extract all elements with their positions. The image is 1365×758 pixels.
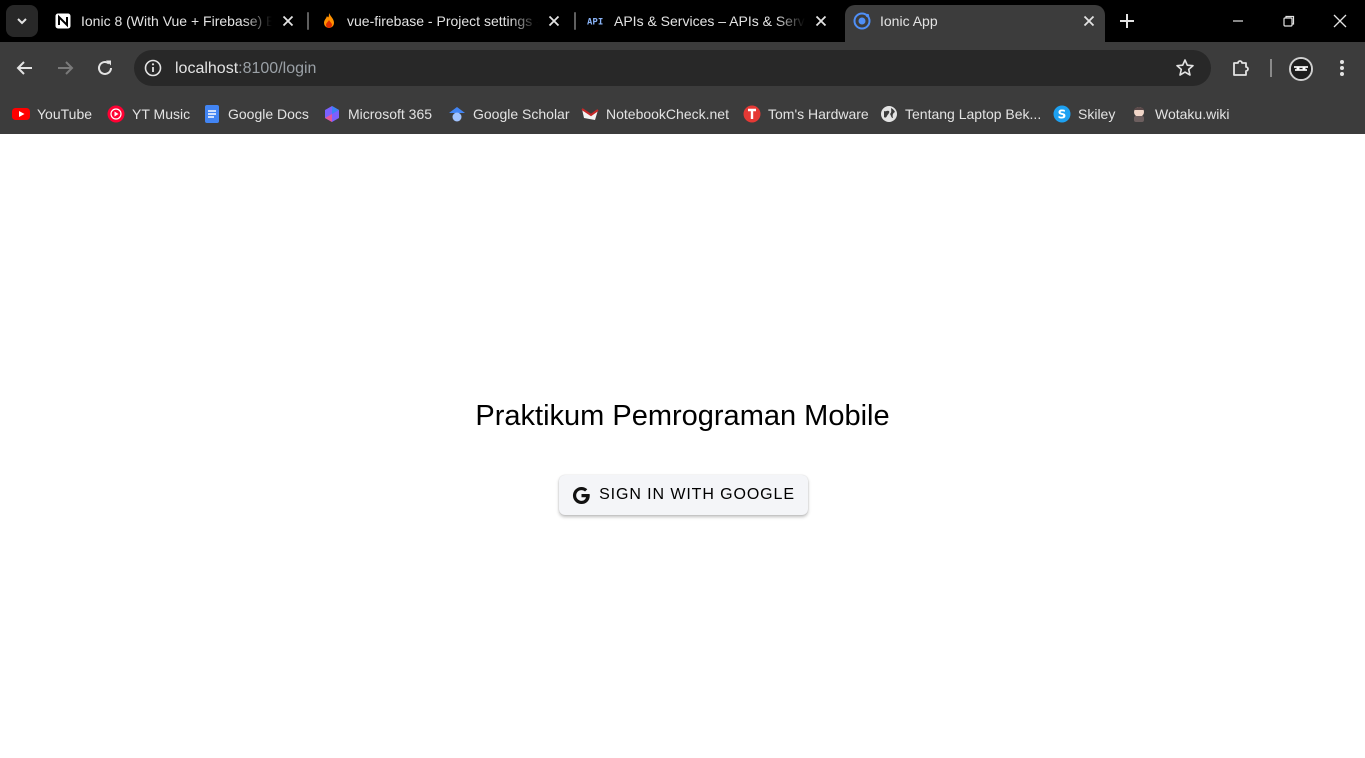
bookmark-label: Tentang Laptop Bek...	[905, 106, 1042, 122]
bookmark-label: Google Docs	[228, 106, 309, 122]
skiley-icon: S	[1053, 105, 1071, 123]
firebase-icon	[320, 12, 338, 30]
api-icon: API	[587, 12, 605, 30]
youtube-icon	[12, 105, 30, 123]
tab-firebase[interactable]: vue-firebase - Project settings -	[312, 5, 570, 37]
google-scholar-icon	[448, 105, 466, 123]
profile-picture-icon	[1291, 59, 1311, 79]
google-docs-icon	[203, 105, 221, 123]
bookmarks-bar: YouTube YT Music Google Docs Microsoft 3…	[0, 94, 1365, 134]
toolbar-divider	[1270, 59, 1272, 77]
tab-strip: Ionic 8 (With Vue + Firebase) Ba vue-fir…	[0, 0, 1365, 42]
bookmark-notebookcheck[interactable]: NotebookCheck.net	[581, 102, 729, 126]
bookmark-label: YouTube	[37, 106, 93, 122]
bookmark-google-docs[interactable]: Google Docs	[203, 102, 309, 126]
minimize-button[interactable]	[1223, 6, 1253, 36]
profile-avatar[interactable]	[1289, 57, 1313, 81]
bookmark-wotaku[interactable]: Wotaku.wiki	[1130, 102, 1229, 126]
more-vertical-icon	[1340, 60, 1344, 76]
microsoft-365-icon	[323, 105, 341, 123]
url-text[interactable]: localhost:8100/login	[175, 60, 316, 78]
tab-separator	[307, 12, 309, 30]
star-icon[interactable]	[1175, 58, 1195, 78]
ionic-icon	[853, 12, 871, 30]
google-logo-icon	[573, 486, 590, 504]
url-path: :8100/login	[238, 60, 317, 77]
bookmark-label: NotebookCheck.net	[606, 106, 729, 122]
tab-ionic-app[interactable]: Ionic App	[845, 5, 1105, 42]
plus-icon	[1120, 14, 1134, 28]
bookmark-yt-music[interactable]: YT Music	[107, 102, 190, 126]
sign-in-with-google-button[interactable]: SIGN IN WITH GOOGLE	[559, 475, 808, 515]
browser-toolbar: localhost:8100/login	[0, 42, 1365, 94]
tab-notion[interactable]: Ionic 8 (With Vue + Firebase) Ba	[46, 5, 304, 37]
tab-title: vue-firebase - Project settings -	[347, 13, 538, 29]
bookmark-label: Wotaku.wiki	[1155, 106, 1230, 122]
chevron-down-icon	[17, 18, 27, 25]
url-host: localhost	[175, 60, 239, 77]
globe-icon	[880, 105, 898, 123]
svg-text:S: S	[1058, 108, 1067, 122]
extensions-button[interactable]	[1229, 56, 1253, 80]
arrow-left-icon	[16, 61, 32, 75]
back-button[interactable]	[10, 53, 40, 83]
restore-button[interactable]	[1274, 6, 1304, 36]
toms-hardware-icon	[743, 105, 761, 123]
tab-title: Ionic 8 (With Vue + Firebase) Ba	[81, 13, 272, 29]
forward-button[interactable]	[50, 53, 80, 83]
puzzle-icon	[1233, 60, 1249, 76]
arrow-right-icon	[58, 61, 74, 75]
site-info-icon[interactable]	[144, 59, 162, 77]
close-icon[interactable]	[813, 13, 829, 29]
yt-music-icon	[107, 105, 125, 123]
tab-separator	[574, 12, 576, 30]
restore-icon	[1283, 15, 1295, 27]
svg-text:API: API	[587, 18, 603, 28]
tab-title: Ionic App	[880, 13, 938, 29]
tab-search-button[interactable]	[6, 5, 38, 37]
tab-apis-services[interactable]: API APIs & Services – APIs & Services	[579, 5, 837, 37]
address-bar[interactable]: localhost:8100/login	[134, 50, 1211, 86]
page-content: Praktikum Pemrograman Mobile SIGN IN WIT…	[0, 134, 1365, 758]
reload-icon	[98, 60, 112, 75]
page-title: Praktikum Pemrograman Mobile	[475, 400, 890, 432]
bookmark-label: Skiley	[1078, 106, 1116, 122]
bookmark-google-scholar[interactable]: Google Scholar	[448, 102, 570, 126]
close-icon[interactable]	[546, 13, 562, 29]
bookmark-label: Tom's Hardware	[768, 106, 869, 122]
notebookcheck-icon	[581, 105, 599, 123]
bookmark-toms-hardware[interactable]: Tom's Hardware	[743, 102, 869, 126]
new-tab-button[interactable]	[1115, 9, 1139, 33]
bookmark-youtube[interactable]: YouTube	[12, 102, 92, 126]
close-icon	[1333, 14, 1347, 28]
bookmark-label: YT Music	[132, 106, 191, 122]
minimize-icon	[1233, 20, 1243, 22]
bookmark-tentang-laptop[interactable]: Tentang Laptop Bek...	[880, 102, 1041, 126]
reload-button[interactable]	[90, 53, 120, 83]
tab-title: APIs & Services – APIs & Services	[614, 13, 805, 29]
close-icon[interactable]	[280, 13, 296, 29]
bookmark-label: Google Scholar	[473, 106, 570, 122]
browser-menu-button[interactable]	[1330, 56, 1354, 80]
bookmark-skiley[interactable]: S Skiley	[1053, 102, 1115, 126]
bookmark-label: Microsoft 365	[348, 106, 433, 122]
sign-in-button-label: SIGN IN WITH GOOGLE	[599, 486, 795, 503]
bookmark-microsoft-365[interactable]: Microsoft 365	[323, 102, 432, 126]
notion-icon	[54, 12, 72, 30]
wotaku-icon	[1130, 105, 1148, 123]
close-window-button[interactable]	[1325, 6, 1355, 36]
close-icon[interactable]	[1081, 13, 1097, 29]
